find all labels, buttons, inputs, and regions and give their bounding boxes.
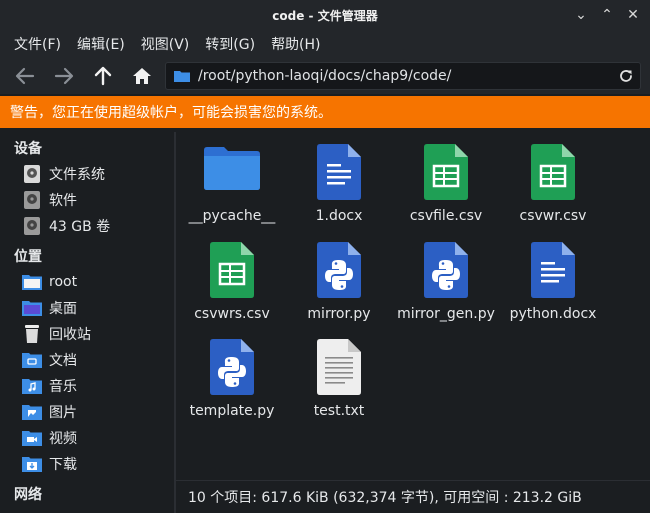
file-item[interactable]: python.docx	[497, 242, 609, 334]
file-name: 1.docx	[315, 208, 363, 224]
spreadsheet-icon	[418, 144, 474, 202]
warning-text: 警告，您正在使用超级帐户，可能会损害您的系统。	[10, 105, 332, 121]
file-name: csvwr.csv	[519, 208, 587, 224]
word-document-icon	[311, 144, 367, 202]
spreadsheet-icon	[525, 144, 581, 202]
root-warning-banner: 警告，您正在使用超级帐户，可能会损害您的系统。	[0, 96, 650, 128]
sidebar-item-label: 音乐	[49, 379, 77, 395]
desktop-folder-icon	[22, 298, 42, 318]
folder-icon	[174, 71, 190, 82]
places-section-title: 位置	[14, 249, 42, 265]
documents-folder-icon	[22, 350, 42, 370]
drive-icon	[22, 164, 42, 184]
sidebar-item-desktop[interactable]: 桌面	[22, 296, 172, 320]
sidebar-item-volume[interactable]: 43 GB 卷	[22, 214, 172, 238]
back-button[interactable]	[10, 61, 40, 91]
sidebar-item-documents[interactable]: 文档	[22, 348, 172, 372]
menu-go[interactable]: 转到(G)	[199, 34, 261, 54]
home-folder-icon	[22, 272, 42, 292]
sidebar-item-label: 文件系统	[49, 167, 105, 183]
spreadsheet-icon	[204, 242, 260, 300]
drive-icon	[22, 216, 42, 236]
forward-button[interactable]	[49, 61, 79, 91]
sidebar-item-trash[interactable]: 回收站	[22, 322, 172, 346]
sidebar-item-label: 视频	[49, 431, 77, 447]
minimize-icon[interactable]: ⌄	[572, 6, 590, 24]
file-item[interactable]: test.txt	[283, 339, 395, 431]
file-item[interactable]: mirror.py	[283, 242, 395, 334]
downloads-folder-icon	[22, 454, 42, 474]
sidebar-item-label: 回收站	[49, 327, 91, 343]
file-item[interactable]: 1.docx	[283, 144, 395, 236]
sidebar-item-label: 43 GB 卷	[49, 219, 111, 235]
sidebar-item-music[interactable]: 音乐	[22, 374, 172, 398]
network-section-title: 网络	[14, 487, 42, 503]
sidebar-item-pictures[interactable]: 图片	[22, 400, 172, 424]
sidebar-item-downloads[interactable]: 下载	[22, 452, 172, 476]
file-item[interactable]: __pycache__	[176, 144, 288, 236]
close-icon[interactable]: ✕	[624, 6, 642, 24]
menu-file[interactable]: 文件(F)	[8, 34, 67, 54]
window-title: code - 文件管理器	[272, 8, 378, 23]
python-file-icon	[418, 242, 474, 300]
music-folder-icon	[22, 376, 42, 396]
menu-view[interactable]: 视图(V)	[135, 34, 196, 54]
sidebar-item-label: 桌面	[49, 301, 77, 317]
python-file-icon	[311, 242, 367, 300]
home-icon	[133, 68, 151, 84]
sidebar: 设备 文件系统 软件 43 GB 卷 位置 root 桌面 回收站 文档 音乐 …	[0, 132, 174, 513]
file-name: csvwrs.csv	[194, 306, 270, 322]
reload-icon	[620, 70, 632, 82]
menu-edit[interactable]: 编辑(E)	[71, 34, 131, 54]
python-file-icon	[204, 339, 260, 397]
drive-icon	[22, 190, 42, 210]
file-name: test.txt	[313, 403, 365, 419]
trash-icon	[22, 324, 42, 344]
file-name: python.docx	[509, 306, 597, 322]
sidebar-item-label: 文档	[49, 353, 77, 369]
videos-folder-icon	[22, 428, 42, 448]
sidebar-item-software[interactable]: 软件	[22, 188, 172, 212]
arrow-up-icon	[94, 66, 112, 86]
pictures-folder-icon	[22, 402, 42, 422]
title-bar[interactable]: code - 文件管理器 ⌄ ⌃ ✕	[0, 0, 650, 30]
file-name: mirror.py	[307, 306, 371, 322]
menu-help[interactable]: 帮助(H)	[265, 34, 326, 54]
file-name: __pycache__	[188, 208, 276, 224]
file-item[interactable]: csvwr.csv	[497, 144, 609, 236]
sidebar-item-label: root	[49, 274, 78, 290]
folder-icon	[204, 144, 260, 202]
reload-button[interactable]	[612, 64, 640, 88]
arrow-right-icon	[54, 67, 74, 85]
arrow-left-icon	[15, 67, 35, 85]
file-name: csvfile.csv	[409, 208, 483, 224]
home-button[interactable]	[127, 61, 157, 91]
file-item[interactable]: template.py	[176, 339, 288, 431]
up-button[interactable]	[88, 61, 118, 91]
file-name: template.py	[189, 403, 275, 419]
file-item[interactable]: mirror_gen.py	[390, 242, 502, 334]
sidebar-item-videos[interactable]: 视频	[22, 426, 172, 450]
maximize-icon[interactable]: ⌃	[598, 6, 616, 24]
file-name: mirror_gen.py	[397, 306, 495, 322]
file-item[interactable]: csvfile.csv	[390, 144, 502, 236]
sidebar-item-label: 软件	[49, 193, 77, 209]
text-file-icon	[311, 339, 367, 397]
sidebar-item-filesystem[interactable]: 文件系统	[22, 162, 172, 186]
word-document-icon	[525, 242, 581, 300]
devices-section-title: 设备	[14, 141, 42, 157]
menu-bar: 文件(F) 编辑(E) 视图(V) 转到(G) 帮助(H)	[0, 30, 650, 58]
file-view: __pycache__ 1.docx csvfile.csv csvwr.csv	[176, 132, 650, 480]
status-text: 10 个项目: 617.6 KiB (632,374 字节), 可用空间 : 2…	[188, 490, 582, 506]
toolbar: /root/python-laoqi/docs/chap9/code/	[0, 58, 650, 94]
file-item[interactable]: csvwrs.csv	[176, 242, 288, 334]
file-manager-window: code - 文件管理器 ⌄ ⌃ ✕ 文件(F) 编辑(E) 视图(V) 转到(…	[0, 0, 650, 513]
address-path[interactable]: /root/python-laoqi/docs/chap9/code/	[198, 68, 612, 84]
sidebar-item-label: 下载	[49, 457, 77, 473]
address-bar[interactable]: /root/python-laoqi/docs/chap9/code/	[165, 62, 641, 90]
status-bar: 10 个项目: 617.6 KiB (632,374 字节), 可用空间 : 2…	[176, 480, 650, 513]
sidebar-item-root[interactable]: root	[22, 270, 172, 294]
sidebar-item-label: 图片	[49, 405, 77, 421]
